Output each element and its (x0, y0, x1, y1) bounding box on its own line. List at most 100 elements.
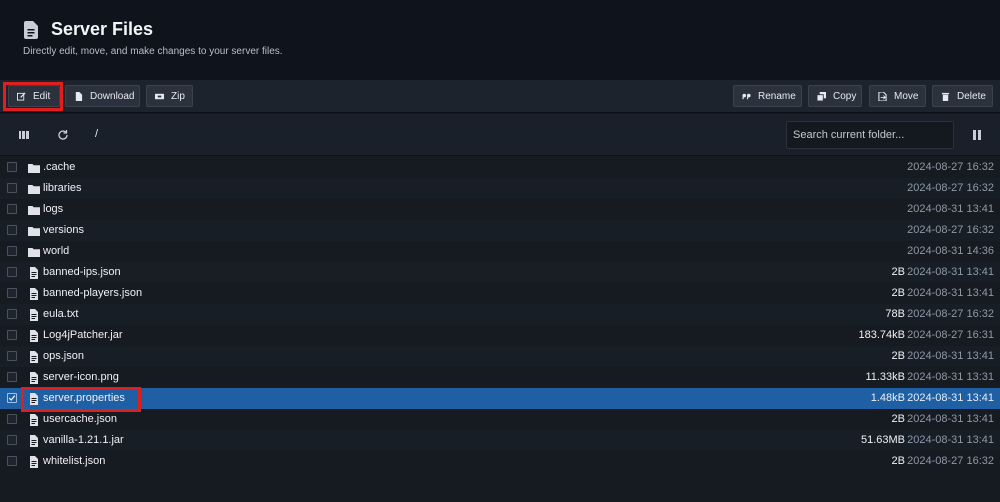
file-name[interactable]: versions (43, 224, 84, 236)
folder-icon (28, 245, 40, 257)
row-checkbox[interactable] (7, 183, 17, 193)
file-modified-date: 2024-08-27 16:31 (907, 329, 994, 341)
file-size: 11.33kB (865, 371, 905, 383)
file-row[interactable]: usercache.json 2B 2024-08-31 13:41 (0, 409, 1000, 430)
file-size: 2B (891, 350, 905, 362)
file-modified-date: 2024-08-31 13:41 (907, 350, 994, 362)
file-row[interactable]: Log4jPatcher.jar 183.74kB 2024-08-27 16:31 (0, 325, 1000, 346)
delete-label: Delete (957, 90, 986, 102)
file-row[interactable]: versions 2024-08-27 16:32 (0, 220, 1000, 241)
file-name[interactable]: usercache.json (43, 413, 117, 425)
file-icon (28, 413, 40, 426)
file-name[interactable]: .cache (43, 161, 75, 173)
columns-icon[interactable] (18, 129, 30, 141)
file-modified-date: 2024-08-31 14:36 (907, 245, 994, 257)
row-checkbox[interactable] (7, 246, 17, 256)
file-modified-date: 2024-08-27 16:32 (907, 455, 994, 467)
file-row[interactable]: banned-ips.json 2B 2024-08-31 13:41 (0, 262, 1000, 283)
file-row[interactable]: server-icon.png 11.33kB 2024-08-31 13:31 (0, 367, 1000, 388)
file-list: .cache 2024-08-27 16:32 libraries 2024-08-2… (0, 157, 1000, 472)
row-checkbox[interactable] (7, 414, 17, 424)
search-input[interactable] (786, 121, 954, 149)
file-name[interactable]: logs (43, 203, 63, 215)
file-row[interactable]: logs 2024-08-31 13:41 (0, 199, 1000, 220)
file-name[interactable]: world (43, 245, 69, 257)
copy-icon (817, 91, 826, 101)
row-checkbox[interactable] (7, 372, 17, 382)
selected-file-highlight (21, 387, 141, 412)
file-modified-date: 2024-08-31 13:31 (907, 371, 994, 383)
quote-icon (742, 93, 751, 99)
file-name[interactable]: Log4jPatcher.jar (43, 329, 123, 341)
file-row[interactable]: server.properties 1.48kB 2024-08-31 13:41 (0, 388, 1000, 409)
file-name[interactable]: server-icon.png (43, 371, 119, 383)
rename-button[interactable]: Rename (733, 85, 802, 107)
file-modified-date: 2024-08-27 16:32 (907, 224, 994, 236)
file-row[interactable]: whitelist.json 2B 2024-08-27 16:32 (0, 451, 1000, 472)
file-icon (28, 350, 40, 363)
folder-icon (28, 161, 40, 173)
page-title: Server Files (51, 19, 154, 39)
row-checkbox[interactable] (7, 330, 17, 340)
file-name[interactable]: whitelist.json (43, 455, 105, 467)
copy-button[interactable]: Copy (808, 85, 862, 107)
file-row[interactable]: ops.json 2B 2024-08-31 13:41 (0, 346, 1000, 367)
file-size: 2B (891, 287, 905, 299)
file-icon (28, 434, 40, 447)
move-file-icon (878, 91, 887, 101)
trash-icon (941, 92, 950, 101)
edit-button-highlight (3, 82, 63, 111)
row-checkbox[interactable] (7, 162, 17, 172)
pause-icon[interactable] (971, 129, 983, 141)
file-row[interactable]: eula.txt 78B 2024-08-27 16:32 (0, 304, 1000, 325)
file-name[interactable]: eula.txt (43, 308, 78, 320)
file-modified-date: 2024-08-31 13:41 (907, 392, 994, 404)
zip-button[interactable]: Zip (146, 85, 193, 107)
row-checkbox[interactable] (7, 204, 17, 214)
file-modified-date: 2024-08-31 13:41 (907, 434, 994, 446)
page-subtitle: Directly edit, move, and make changes to… (23, 46, 283, 57)
row-checkbox[interactable] (7, 288, 17, 298)
download-label: Download (90, 90, 135, 102)
file-modified-date: 2024-08-31 13:41 (907, 266, 994, 278)
file-size: 2B (891, 266, 905, 278)
row-checkbox[interactable] (7, 393, 17, 403)
row-checkbox[interactable] (7, 456, 17, 466)
folder-icon (28, 224, 40, 236)
file-row[interactable]: banned-players.json 2B 2024-08-31 13:41 (0, 283, 1000, 304)
file-row[interactable]: libraries 2024-08-27 16:32 (0, 178, 1000, 199)
row-checkbox[interactable] (7, 225, 17, 235)
file-modified-date: 2024-08-31 13:41 (907, 287, 994, 299)
file-icon (28, 371, 40, 384)
refresh-icon[interactable] (57, 129, 69, 141)
file-toolbar: Edit Download Zip Rename Copy Move Delet… (0, 80, 1000, 113)
file-size: 2B (891, 455, 905, 467)
download-button[interactable]: Download (65, 85, 140, 107)
folder-icon (28, 203, 40, 215)
file-name[interactable]: banned-players.json (43, 287, 142, 299)
file-size: 51.63MB (860, 434, 905, 446)
file-row[interactable]: .cache 2024-08-27 16:32 (0, 157, 1000, 178)
file-icon (28, 329, 40, 342)
current-path[interactable]: / (95, 128, 98, 140)
file-modified-date: 2024-08-27 16:32 (907, 308, 994, 320)
file-name[interactable]: banned-ips.json (43, 266, 121, 278)
file-row[interactable]: vanilla-1.21.1.jar 51.63MB 2024-08-31 13:4… (0, 430, 1000, 451)
file-name[interactable]: libraries (43, 182, 82, 194)
file-row[interactable]: world 2024-08-31 14:36 (0, 241, 1000, 262)
path-bar: / (0, 114, 1000, 156)
file-name[interactable]: vanilla-1.21.1.jar (43, 434, 124, 446)
delete-button[interactable]: Delete (932, 85, 993, 107)
row-checkbox[interactable] (7, 309, 17, 319)
file-size: 183.74kB (858, 329, 905, 341)
file-size: 2B (891, 413, 905, 425)
page-header: Server Files Directly edit, move, and ma… (0, 0, 1000, 80)
row-checkbox[interactable] (7, 435, 17, 445)
row-checkbox[interactable] (7, 351, 17, 361)
move-button[interactable]: Move (869, 85, 926, 107)
file-modified-date: 2024-08-27 16:32 (907, 182, 994, 194)
row-checkbox[interactable] (7, 267, 17, 277)
file-download-icon (75, 91, 83, 101)
file-modified-date: 2024-08-31 13:41 (907, 413, 994, 425)
file-name[interactable]: ops.json (43, 350, 84, 362)
